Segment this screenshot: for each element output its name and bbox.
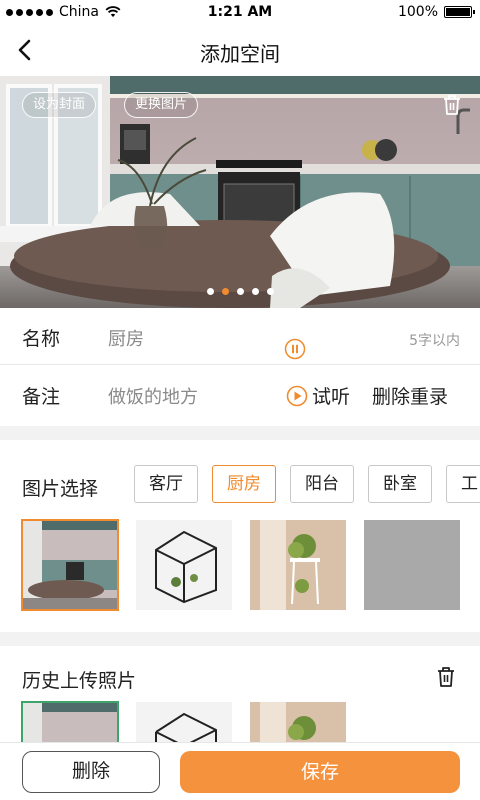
note-input[interactable]: 做饭的地方 xyxy=(108,383,198,409)
history-thumbnail-plant-stand[interactable] xyxy=(250,702,346,746)
pause-circle-icon[interactable] xyxy=(284,338,306,360)
pager-dot[interactable] xyxy=(236,288,244,295)
name-row: 名称 厨房 5字以内 xyxy=(0,308,480,365)
space-form: 名称 厨房 5字以内 备注 做饭的地方 试听 删除重录 xyxy=(0,308,480,426)
kitchen-thumbnail-image xyxy=(22,520,118,610)
history-section: 历史上传照片 xyxy=(0,646,480,746)
name-hint: 5字以内 xyxy=(409,333,460,349)
thumbnail-placeholder[interactable] xyxy=(364,520,460,610)
listen-label: 试听 xyxy=(312,386,351,408)
tag-kitchen[interactable]: 厨房 xyxy=(212,465,276,503)
history-thumbnail-kitchen[interactable] xyxy=(21,701,119,746)
thumbnail-list xyxy=(21,519,460,611)
bottom-action-bar: 删除 保存 xyxy=(0,742,480,800)
trash-icon[interactable] xyxy=(436,666,456,688)
note-label: 备注 xyxy=(22,386,61,408)
tag-living-room[interactable]: 客厅 xyxy=(134,465,198,503)
history-label: 历史上传照片 xyxy=(22,670,137,692)
change-image-button[interactable]: 更换图片 xyxy=(124,92,199,118)
save-button[interactable]: 保存 xyxy=(180,751,460,793)
battery-icon xyxy=(444,6,475,18)
tag-more[interactable]: 工 xyxy=(446,465,480,503)
history-thumbnail-terrarium[interactable] xyxy=(136,702,232,746)
thumbnail-kitchen[interactable] xyxy=(21,519,119,611)
kitchen-thumbnail-image xyxy=(22,702,118,746)
pager-dot[interactable] xyxy=(251,288,259,295)
delete-button[interactable]: 删除 xyxy=(22,751,160,793)
name-label: 名称 xyxy=(22,328,61,350)
pager-dot[interactable] xyxy=(266,288,274,295)
nav-bar: 添加空间 xyxy=(0,24,480,76)
rerecord-button[interactable]: 删除重录 xyxy=(372,382,448,409)
terrarium-thumbnail-image xyxy=(136,702,232,746)
listen-button[interactable]: 试听 xyxy=(286,382,350,409)
name-input[interactable]: 厨房 xyxy=(108,325,144,351)
note-row: 备注 做饭的地方 试听 删除重录 xyxy=(0,366,480,423)
plant-stand-thumbnail-image xyxy=(250,702,346,746)
status-right: 100% xyxy=(397,4,475,20)
pager-dot[interactable] xyxy=(206,288,214,295)
battery-percent: 100% xyxy=(397,4,438,20)
terrarium-thumbnail-image xyxy=(136,520,232,610)
pager-dot-active[interactable] xyxy=(221,288,229,295)
battery-fill xyxy=(446,8,470,16)
thumbnail-plant-stand[interactable] xyxy=(250,520,346,610)
trash-icon[interactable] xyxy=(442,94,462,116)
picture-select-label: 图片选择 xyxy=(22,478,99,500)
thumbnail-terrarium[interactable] xyxy=(136,520,232,610)
set-cover-button[interactable]: 设为封面 xyxy=(22,92,97,118)
category-tags: 客厅 厨房 阳台 卧室 工 xyxy=(134,465,480,503)
history-thumbnail-list xyxy=(21,701,346,746)
hero-carousel[interactable]: 设为封面 更换图片 xyxy=(0,76,480,308)
carousel-pager xyxy=(0,288,480,295)
tag-bedroom[interactable]: 卧室 xyxy=(368,465,432,503)
status-bar: China 1:21 AM 100% xyxy=(0,0,480,24)
plant-stand-thumbnail-image xyxy=(250,520,346,610)
play-circle-icon xyxy=(286,385,308,406)
page-title: 添加空间 xyxy=(200,42,280,66)
tag-balcony[interactable]: 阳台 xyxy=(290,465,354,503)
picture-select-section: 图片选择 客厅 厨房 阳台 卧室 工 xyxy=(0,440,480,632)
